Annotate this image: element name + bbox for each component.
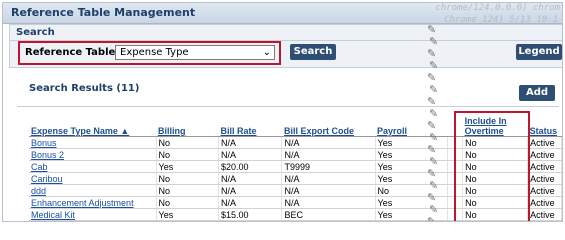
cell-bill-rate: $20.00 — [218, 160, 283, 173]
column-header-billing[interactable]: Billing — [156, 116, 219, 137]
results-title: Search Results (11) — [29, 83, 140, 94]
column-header-bill-export-code[interactable]: Bill Export Code — [281, 116, 376, 137]
cell-bill-export-code: N/A — [281, 172, 376, 185]
pencil-icon: ✎ — [427, 215, 437, 222]
search-button[interactable]: Search — [290, 44, 336, 60]
overtime-column-highlight — [454, 111, 530, 221]
cell-status: Active — [527, 160, 562, 173]
cell-name[interactable]: Cab — [29, 160, 157, 173]
cell-billing: No — [156, 136, 220, 149]
cell-bill-export-code: mil — [281, 220, 376, 221]
cell-name[interactable]: Bonus 2 — [29, 148, 157, 161]
cell-billing: No — [156, 148, 220, 161]
cell-name[interactable]: Enhancement Adjustment — [29, 196, 157, 209]
cell-status: Active — [527, 172, 562, 185]
cell-bill-export-code: BEC — [281, 208, 376, 221]
reference-table-select[interactable]: Expense Type ⌄ — [115, 45, 275, 60]
cell-status: Active — [527, 208, 562, 221]
cell-status: Active — [527, 148, 562, 161]
cell-billing: No — [156, 184, 220, 197]
cell-bill-rate: N/A — [218, 148, 283, 161]
page-title: Reference Table Management — [11, 6, 196, 19]
column-header-status[interactable]: Status — [527, 116, 562, 137]
cell-billing: Yes — [156, 160, 220, 173]
pencil-decoration: ✎ ✎ ✎ ✎ ✎ ✎ ✎ ✎ ✎ ✎ ✎ ✎ ✎ ✎ ✎ ✎ ✎ — [427, 23, 443, 222]
column-header-expense-type-name[interactable]: Expense Type Name ▲ — [29, 116, 157, 137]
cell-bill-rate: N/A — [218, 196, 283, 209]
cell-name[interactable]: ddd — [29, 184, 157, 197]
cell-status: Active — [527, 196, 562, 209]
cell-bill-rate: $2.00 — [218, 220, 283, 221]
chevron-down-icon: ⌄ — [262, 47, 271, 58]
cell-billing: Yes — [156, 208, 220, 221]
reference-table-label: Reference Table: — [25, 47, 120, 58]
legend-button[interactable]: Legend — [516, 44, 562, 60]
cell-bill-export-code: N/A — [281, 148, 376, 161]
reference-table-value: Expense Type — [120, 47, 189, 58]
overlay-line-1: chrome/124.0.0.0) chrom — [435, 3, 560, 13]
cell-bill-rate: N/A — [218, 184, 283, 197]
search-heading: Search — [16, 27, 55, 38]
cell-billing: Yes — [156, 220, 220, 221]
cell-status: Active — [527, 136, 562, 149]
cell-billing: No — [156, 172, 220, 185]
cell-bill-export-code: N/A — [281, 184, 376, 197]
cell-status: Active — [527, 184, 562, 197]
cell-bill-rate: N/A — [218, 136, 283, 149]
cell-bill-rate: $15.00 — [218, 208, 283, 221]
cell-name[interactable]: Caribou — [29, 172, 157, 185]
cell-name[interactable]: Mile — [29, 220, 157, 221]
add-button[interactable]: Add — [519, 85, 555, 101]
reference-table-highlight: Reference Table: Expense Type ⌄ — [18, 41, 281, 65]
overlay-text: chrome/124.0.0.0) chrom — [435, 3, 560, 14]
cell-name[interactable]: Bonus — [29, 136, 157, 149]
cell-bill-export-code: N/A — [281, 196, 376, 209]
search-panel: Search Reference Table: Expense Type ⌄ S… — [9, 24, 562, 68]
app-window: Reference Table Management chrome/124.0.… — [2, 2, 563, 222]
cell-status: Active — [527, 220, 562, 221]
cell-bill-export-code: N/A — [281, 136, 376, 149]
cell-bill-export-code: T9999 — [281, 160, 376, 173]
cell-bill-rate: N/A — [218, 172, 283, 185]
cell-name[interactable]: Medical Kit — [29, 208, 157, 221]
column-header-bill-rate[interactable]: Bill Rate — [218, 116, 282, 137]
divider — [17, 106, 559, 107]
cell-billing: No — [156, 196, 220, 209]
